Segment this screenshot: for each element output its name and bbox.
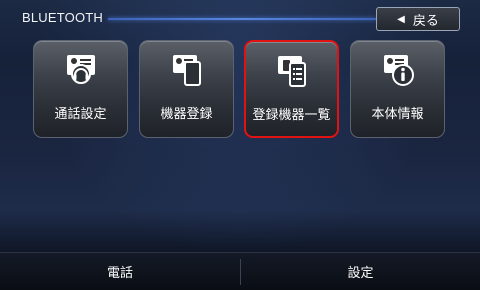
screen: BLUETOOTH ◀ 戻る 通話設定 機器登録 登録機器一覧 本体情報 電話 … — [0, 0, 480, 290]
tile-device-register[interactable]: 機器登録 — [139, 40, 234, 138]
bottom-bar: 電話 設定 — [0, 252, 480, 290]
tile-call-settings[interactable]: 通話設定 — [33, 40, 128, 138]
tile-label: 機器登録 — [160, 107, 213, 122]
header-divider — [108, 18, 376, 20]
device-list-icon — [277, 56, 306, 87]
phone-register-icon — [172, 55, 201, 86]
tile-label: 通話設定 — [54, 107, 107, 122]
footer-settings-button[interactable]: 設定 — [241, 253, 480, 290]
footer-phone-label: 電話 — [106, 266, 133, 281]
footer-phone-button[interactable]: 電話 — [0, 253, 240, 290]
tile-registered-devices[interactable]: 登録機器一覧 — [244, 40, 339, 138]
tile-unit-info[interactable]: 本体情報 — [350, 40, 445, 138]
back-arrow-icon: ◀ — [397, 13, 405, 25]
back-button[interactable]: ◀ 戻る — [376, 7, 460, 31]
footer-settings-label: 設定 — [347, 266, 374, 281]
tile-label: 本体情報 — [371, 107, 424, 122]
info-icon — [383, 55, 414, 86]
page-title: BLUETOOTH — [22, 10, 104, 25]
back-button-label: 戻る — [412, 13, 439, 29]
headset-settings-icon — [66, 55, 95, 84]
tile-label: 登録機器一覧 — [252, 108, 331, 123]
